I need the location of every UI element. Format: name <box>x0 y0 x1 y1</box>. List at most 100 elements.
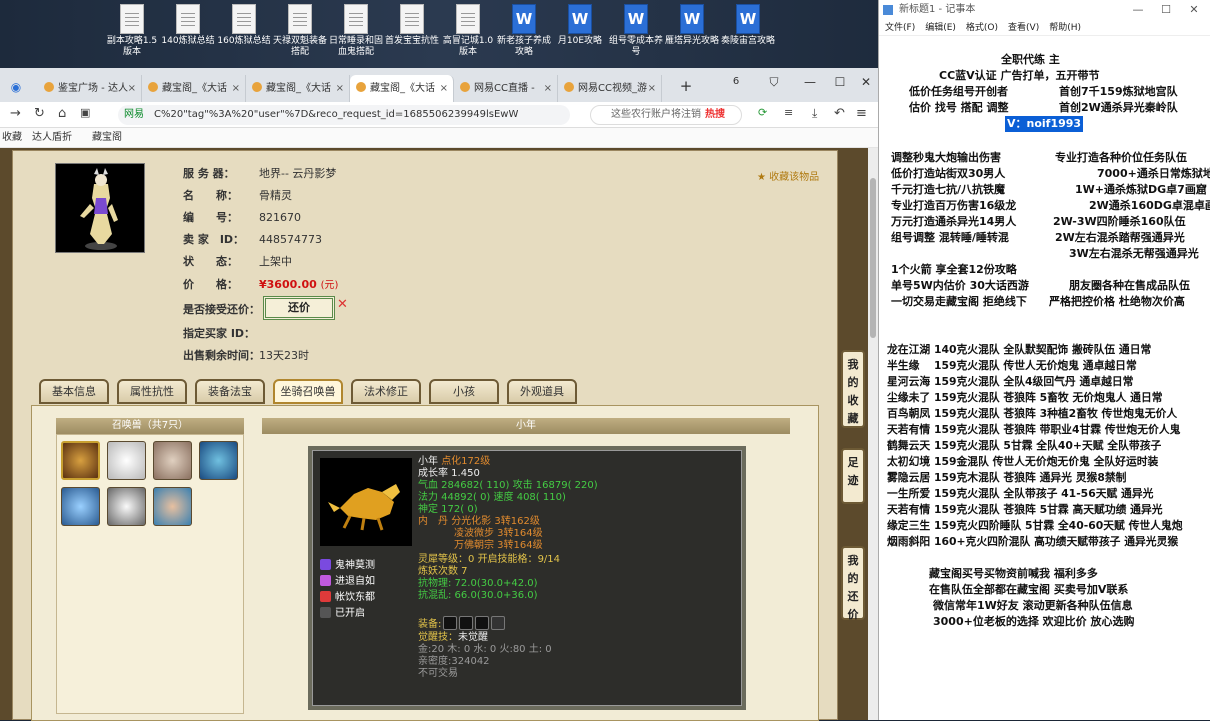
desktop-file-icon[interactable]: 160炼狱总结 <box>216 4 272 47</box>
game-tab[interactable]: 装备法宝 <box>195 379 265 404</box>
pet-skill[interactable]: 帐饮东都 <box>320 588 375 603</box>
pet-skill[interactable]: 已开启 <box>320 604 365 619</box>
pet-slot[interactable] <box>153 441 192 480</box>
side-buttons: 我的收藏足迹我的还价 <box>841 148 867 720</box>
browser-tab[interactable]: 藏宝阁_《大话 × <box>246 75 350 102</box>
pet-slot[interactable] <box>61 487 100 526</box>
game-tab[interactable]: 外观道具 <box>507 379 577 404</box>
notepad-menu-item[interactable]: 格式(O) <box>966 23 998 33</box>
desktop: 副本攻略1.5版本 140炼狱总结 160炼狱总结 天禄双魁装备搭配 日常睡录和固血鬼搭… <box>0 0 880 68</box>
equip-slot[interactable] <box>491 616 506 630</box>
browser-tab[interactable]: 藏宝阁_《大话 × <box>142 75 246 102</box>
pet-slot[interactable] <box>107 487 146 526</box>
word-doc-icon: W <box>680 4 704 34</box>
word-doc-icon: W <box>736 4 760 34</box>
browser-tab[interactable]: 网易CC直播 - × <box>454 75 558 102</box>
star-icon: ★ <box>757 172 766 183</box>
maximize-icon[interactable]: ☐ <box>826 71 854 93</box>
pet-skill[interactable]: 进退自如 <box>320 572 375 587</box>
tab-close-icon[interactable]: × <box>336 75 344 102</box>
side-button[interactable]: 我的还价 <box>841 546 865 621</box>
notepad-line: 全职代练 主 <box>1001 53 1060 66</box>
more-icon[interactable]: ≡ <box>856 106 867 121</box>
skill-label: 已开启 <box>335 608 365 619</box>
close-icon[interactable]: ✕ <box>1180 0 1208 20</box>
remaining-time-key: 出售剩余时间： <box>183 349 260 362</box>
character-avatar <box>55 163 145 253</box>
remaining-time-value: 13天23时 <box>259 349 309 362</box>
bookmark-item[interactable]: 达人盾折 <box>32 128 72 148</box>
neidan-3: 万佛朝宗 3转164级 <box>454 540 543 551</box>
pet-skill[interactable]: 鬼神莫测 <box>320 556 375 571</box>
info-value: 骨精灵 <box>259 189 292 202</box>
menu-icon[interactable]: ≡ <box>784 106 793 119</box>
maximize-icon[interactable]: ☐ <box>1152 0 1180 20</box>
pet-slot[interactable] <box>153 487 192 526</box>
notepad-menu-item[interactable]: 文件(F) <box>885 23 915 33</box>
shirt-icon[interactable]: ⛉ <box>760 71 788 93</box>
home-icon[interactable]: ⌂ <box>58 106 66 121</box>
equip-slot[interactable] <box>459 616 474 630</box>
page-scrollbar[interactable] <box>868 148 878 720</box>
pet-slot[interactable] <box>61 441 100 480</box>
url-field[interactable]: 网易 C%20"tag"%3A%20"user"%7D&reco_request… <box>118 105 570 125</box>
scrollbar-thumb[interactable] <box>870 178 876 338</box>
desktop-file-icon[interactable]: 高冒记城1.0版本 <box>440 4 496 58</box>
notepad-menu-item[interactable]: 编辑(E) <box>925 23 956 33</box>
minimize-icon[interactable]: — <box>1124 0 1152 20</box>
back-icon[interactable]: → <box>10 106 21 121</box>
browser-tab[interactable]: 网易CC视频_游 × <box>558 75 662 102</box>
bookmark-item[interactable]: 藏宝阁 <box>92 128 122 148</box>
desktop-file-icon[interactable]: W 月10E攻略 <box>552 4 608 47</box>
item-panel: ★ 收藏该物品 价 格： ¥3600.00 (元) 是否接受还价： 还价 ✕ 指定… <box>12 150 838 721</box>
word-doc-icon: W <box>568 4 592 34</box>
pet-slot[interactable] <box>107 441 146 480</box>
tab-close-icon[interactable]: × <box>232 75 240 102</box>
hot-search-badge[interactable]: 热搜 <box>705 109 725 120</box>
bookmark-item[interactable]: 收藏 <box>2 128 22 148</box>
desktop-file-icon[interactable]: W 奏陵宙宫攻略 <box>720 4 776 47</box>
browser-tab[interactable]: 藏宝阁_《大话 × <box>350 75 454 102</box>
skill-icon <box>320 559 331 570</box>
new-tab-icon[interactable]: + <box>672 75 700 97</box>
download-icon[interactable]: ⤓ <box>812 106 817 121</box>
desktop-file-icon[interactable]: W 组号零成本养号 <box>608 4 664 58</box>
desktop-file-icon[interactable]: 天禄双魁装备搭配 <box>272 4 328 58</box>
side-button[interactable]: 我的收藏 <box>841 350 865 428</box>
favorite-link[interactable]: ★ 收藏该物品 <box>757 168 819 183</box>
game-tab[interactable]: 坐骑召唤兽 <box>273 379 343 404</box>
desktop-file-icon[interactable]: 首发宝宝抗性 <box>384 4 440 47</box>
game-tab[interactable]: 属性抗性 <box>117 379 187 404</box>
equip-slot[interactable] <box>443 616 458 630</box>
briefcase-icon[interactable]: ▣ <box>80 106 90 119</box>
tab-counter[interactable]: 6 <box>722 71 750 93</box>
game-tab[interactable]: 小孩 <box>429 379 499 404</box>
tab-close-icon[interactable]: × <box>440 75 448 102</box>
desktop-file-icon[interactable]: 副本攻略1.5版本 <box>104 4 160 58</box>
tab-close-icon[interactable]: × <box>544 75 552 102</box>
desktop-file-icon[interactable]: W 新老孩子养成攻略 <box>496 4 552 58</box>
reload-icon[interactable]: ↻ <box>34 106 45 121</box>
game-tab[interactable]: 法术修正 <box>351 379 421 404</box>
info-row: 编 号： 821670 <box>183 209 301 225</box>
search-box[interactable]: 这些农行账户将注销 热搜 <box>590 105 742 125</box>
pet-slot[interactable] <box>199 441 238 480</box>
text-doc-icon <box>456 4 480 34</box>
game-tab[interactable]: 基本信息 <box>39 379 109 404</box>
close-icon[interactable]: ✕ <box>852 71 880 93</box>
extension-icon[interactable]: ⟳ <box>758 106 767 119</box>
desktop-file-icon[interactable]: W 雁塔异光攻略 <box>664 4 720 47</box>
equip-slot[interactable] <box>475 616 490 630</box>
haggle-button[interactable]: 还价 <box>263 296 335 320</box>
notepad-menu-item[interactable]: 查看(V) <box>1008 23 1039 33</box>
minimize-icon[interactable]: — <box>796 71 824 93</box>
desktop-file-icon[interactable]: 140炼狱总结 <box>160 4 216 47</box>
undo-icon[interactable]: ↶ <box>834 106 845 121</box>
browser-tab[interactable]: 鉴宝广场 - 达人 × <box>38 75 142 102</box>
tab-close-icon[interactable]: × <box>648 75 656 102</box>
side-button[interactable]: 足迹 <box>841 448 865 504</box>
tab-close-icon[interactable]: × <box>128 75 136 102</box>
notepad-text-area[interactable]: 全职代练 主 CC蓝V认证 广告打单，五开带节 低价任务组号开创者 首创7千159炼狱… <box>879 36 1210 720</box>
notepad-menu-item[interactable]: 帮助(H) <box>1049 23 1081 33</box>
desktop-file-icon[interactable]: 日常睡录和固血鬼搭配 <box>328 4 384 58</box>
